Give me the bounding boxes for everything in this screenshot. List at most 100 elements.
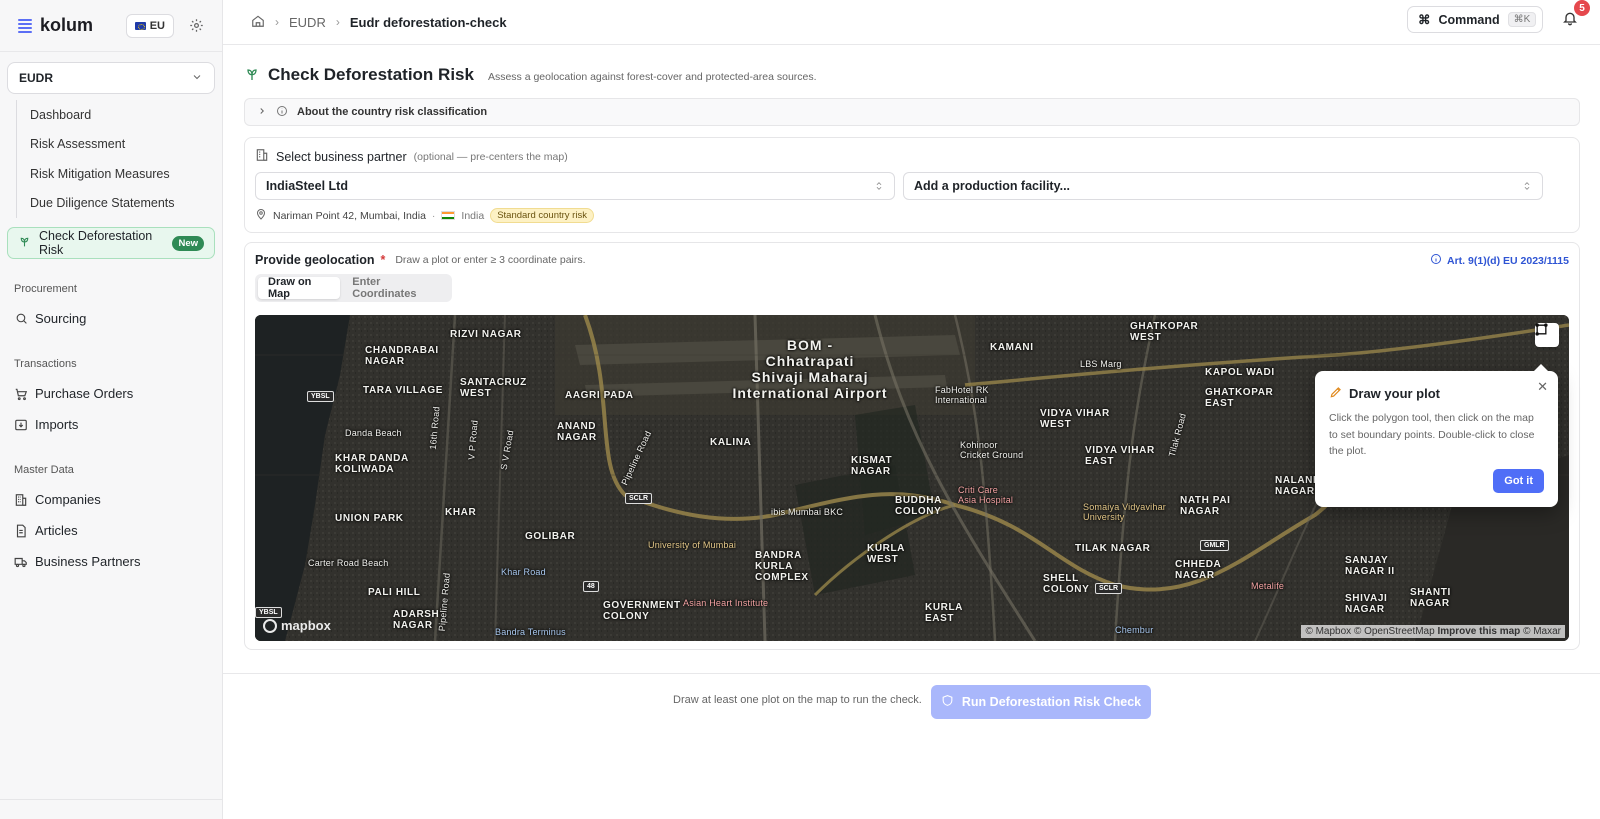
article-reference: Art. 9(1)(d) EU 2023/1115 — [1447, 254, 1569, 267]
breadcrumb-eudr[interactable]: EUDR — [289, 15, 326, 30]
geolocation-hint: Draw a plot or enter ≥ 3 coordinate pair… — [395, 254, 586, 266]
search-icon — [14, 312, 28, 326]
facility-placeholder: Add a production facility... — [914, 179, 1071, 193]
pencil-icon — [1329, 385, 1343, 402]
breadcrumb-separator-icon: › — [335, 15, 340, 29]
article-reference-link[interactable]: Art. 9(1)(d) EU 2023/1115 — [1430, 253, 1569, 268]
map-label-ghatkopar-west: GHATKOPAR WEST — [1130, 321, 1199, 343]
module-subnav: Dashboard Risk Assessment Risk Mitigatio… — [16, 100, 222, 218]
map-label-shivaji-nagar: SHIVAJI NAGAR — [1345, 593, 1388, 615]
map-label-golibar: GOLIBAR — [525, 531, 576, 542]
map-label-rizvi: RIZVI NAGAR — [450, 329, 522, 340]
map-label-aagri-pada: AAGRI PADA — [565, 390, 634, 401]
sidebar-item-companies[interactable]: Companies — [0, 484, 222, 515]
brand-name: kolum — [40, 15, 94, 35]
india-flag-icon — [441, 211, 456, 220]
breadcrumb-current: Eudr deforestation-check — [349, 14, 507, 30]
sidebar-footer — [0, 799, 223, 819]
map-label-lbs-marg: LBS Marg — [1080, 359, 1122, 369]
subnav-item-risk-mitigation[interactable]: Risk Mitigation Measures — [17, 159, 222, 189]
close-icon[interactable]: ✕ — [1537, 379, 1548, 395]
polygon-tool-button[interactable] — [1535, 323, 1559, 347]
sidebar-item-label: Sourcing — [35, 311, 87, 326]
gear-icon[interactable] — [188, 18, 204, 34]
sidebar-item-check-deforestation[interactable]: Check Deforestation Risk New — [7, 227, 215, 259]
logo[interactable]: kolum — [18, 15, 93, 36]
partner-address: Nariman Point 42, Mumbai, India — [273, 209, 426, 222]
map-label-bandra-terminus: Bandra Terminus — [495, 627, 566, 637]
tab-enter-coordinates[interactable]: Enter Coordinates — [342, 276, 449, 300]
eu-flag-icon — [134, 21, 146, 30]
sidebar-item-articles[interactable]: Articles — [0, 515, 222, 546]
map-label-kurla-east: KURLA EAST — [925, 602, 963, 624]
partner-card-heading: Select business partner (optional — pre-… — [255, 148, 568, 165]
map-label-asian-heart: Asian Heart Institute — [683, 598, 769, 608]
sidebar-item-label: Check Deforestation Risk — [39, 229, 153, 257]
command-palette-button[interactable]: ⌘ Command ⌘K — [1407, 6, 1543, 33]
top-header: › EUDR › Eudr deforestation-check ⌘ Comm… — [223, 0, 1600, 45]
road-shield-gmlr: GMLR — [1200, 540, 1229, 551]
sidebar-item-purchase-orders[interactable]: Purchase Orders — [0, 378, 222, 409]
sidebar-item-sourcing[interactable]: Sourcing — [0, 303, 222, 334]
chevron-updown-icon — [874, 180, 884, 192]
sidebar-item-imports[interactable]: Imports — [0, 409, 222, 440]
sidebar-item-label: Imports — [35, 417, 79, 432]
sidebar-item-business-partners[interactable]: Business Partners — [0, 546, 222, 577]
module-select[interactable]: EUDR — [7, 62, 215, 94]
document-icon — [14, 524, 28, 538]
chevron-right-icon — [257, 106, 267, 119]
breadcrumb: › EUDR › Eudr deforestation-check — [251, 14, 507, 31]
map-label-kapol-wadi: KAPOL WADI — [1205, 367, 1275, 378]
map-label-sanjay-nagar: SANJAY NAGAR II — [1345, 555, 1395, 577]
sidebar-item-label: Purchase Orders — [35, 386, 134, 401]
attribution-tail: © Maxar — [1523, 626, 1561, 637]
map-label-buddha-colony: BUDDHA COLONY — [895, 495, 942, 517]
map-label-vidya-vihar-east: VIDYA VIHAR EAST — [1085, 445, 1155, 467]
footer-divider — [223, 673, 1600, 674]
map-label-santacruz: SANTACRUZ WEST — [460, 377, 527, 399]
got-it-button[interactable]: Got it — [1493, 469, 1544, 493]
geolocation-heading: Provide geolocation — [255, 253, 375, 267]
map-label-khar-danda: KHAR DANDA KOLIWADA — [335, 453, 409, 475]
notification-count-badge: 5 — [1574, 0, 1590, 16]
sprout-icon — [18, 235, 31, 251]
attribution-text: © Mapbox © OpenStreetMap — [1305, 626, 1435, 637]
map-label-bandra-kurla: BANDRA KURLA COMPLEX — [755, 550, 809, 583]
map-label-shanti-nagar: SHANTI NAGAR — [1410, 587, 1451, 609]
page-header: Check Deforestation Risk Assess a geoloc… — [244, 65, 817, 85]
partner-optional-note: (optional — pre-centers the map) — [413, 150, 568, 163]
map-label-tara-village: TARA VILLAGE — [363, 385, 443, 396]
subnav-item-dashboard[interactable]: Dashboard — [17, 100, 222, 130]
map-label-ghatkopar-east: GHATKOPAR EAST — [1205, 387, 1274, 409]
region-switcher[interactable]: EU — [125, 13, 174, 38]
about-country-risk-toggle[interactable]: About the country risk classification — [244, 98, 1580, 126]
improve-map-link[interactable]: Improve this map — [1437, 626, 1520, 637]
map-label-carter-road: Carter Road Beach — [308, 558, 389, 568]
subnav-item-due-diligence[interactable]: Due Diligence Statements — [17, 189, 222, 219]
map-label-metalife: Metalife — [1251, 581, 1285, 591]
info-icon — [1430, 253, 1442, 268]
run-check-label: Run Deforestation Risk Check — [961, 695, 1142, 709]
building-icon — [14, 493, 28, 507]
subnav-item-risk-assessment[interactable]: Risk Assessment — [17, 130, 222, 160]
map-label-kurla-west: KURLA WEST — [867, 543, 905, 565]
map-label-kismat-nagar: KISMAT NAGAR — [851, 455, 893, 477]
tab-draw-on-map[interactable]: Draw on Map — [258, 276, 341, 300]
geolocation-heading-row: Provide geolocation * Draw a plot or ent… — [255, 253, 586, 267]
production-facility-select[interactable]: Add a production facility... — [903, 172, 1543, 200]
map-label-chembur: Chembur — [1115, 625, 1154, 635]
breadcrumb-separator-icon: › — [275, 15, 279, 29]
map-label-union-park: UNION PARK — [335, 513, 404, 524]
home-icon[interactable] — [251, 14, 265, 31]
map-label-government-colony: GOVERNMENT COLONY — [603, 600, 681, 622]
geolocation-mode-tabs: Draw on Map Enter Coordinates — [255, 274, 452, 302]
map-label-tilak-nagar: TILAK NAGAR — [1075, 543, 1151, 554]
business-partner-select[interactable]: IndiaSteel Ltd — [255, 172, 895, 200]
map-label-university-mumbai: University of Mumbai — [648, 540, 737, 550]
module-label: EUDR — [19, 71, 54, 85]
run-check-button[interactable]: Run Deforestation Risk Check — [931, 685, 1151, 719]
new-badge: New — [172, 235, 204, 251]
road-shield-sclr: SCLR — [1095, 583, 1123, 594]
popover-title: Draw your plot — [1349, 386, 1441, 401]
sidebar-item-label: Business Partners — [35, 554, 141, 569]
